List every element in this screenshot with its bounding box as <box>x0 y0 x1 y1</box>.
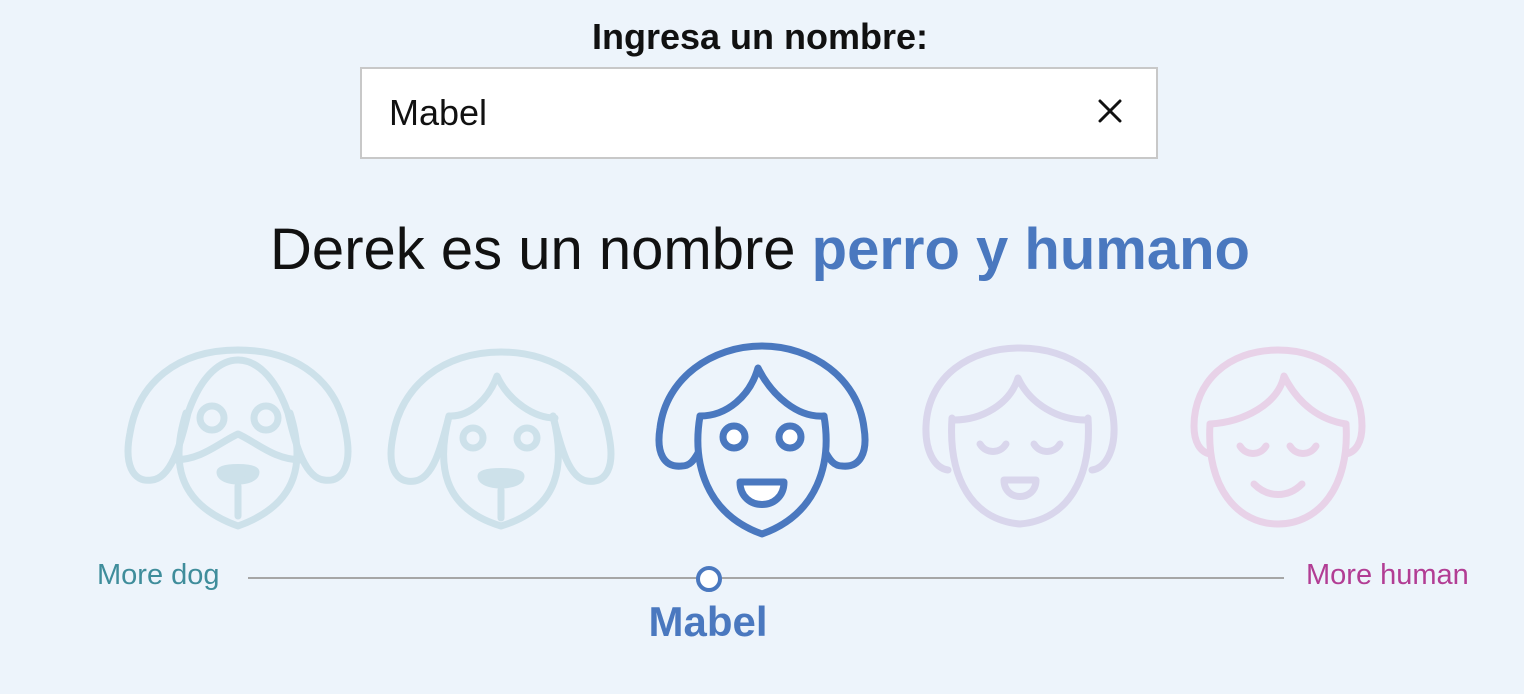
clear-button[interactable] <box>1090 91 1130 131</box>
dog-face-icon <box>124 346 352 530</box>
human-face-icon <box>922 344 1118 528</box>
close-icon <box>1098 99 1122 123</box>
result-heading: Derek es un nombre perro y humano <box>0 216 1520 283</box>
scale-marker <box>696 566 722 592</box>
more-dog-label: More dog <box>97 559 220 591</box>
result-prefix: Derek es un nombre <box>270 217 812 282</box>
more-human-label: More human <box>1306 559 1469 591</box>
name-search-box[interactable] <box>360 67 1158 159</box>
result-category: perro y humano <box>811 217 1250 282</box>
name-input[interactable] <box>362 69 1062 157</box>
human-face-icon <box>1190 346 1366 528</box>
marker-name-label: Mabel <box>648 598 768 645</box>
scale-track <box>248 577 1284 579</box>
name-prompt-label: Ingresa un nombre: <box>591 16 929 57</box>
human-dog-face-icon <box>655 342 869 538</box>
dog-human-face-icon <box>387 348 615 530</box>
